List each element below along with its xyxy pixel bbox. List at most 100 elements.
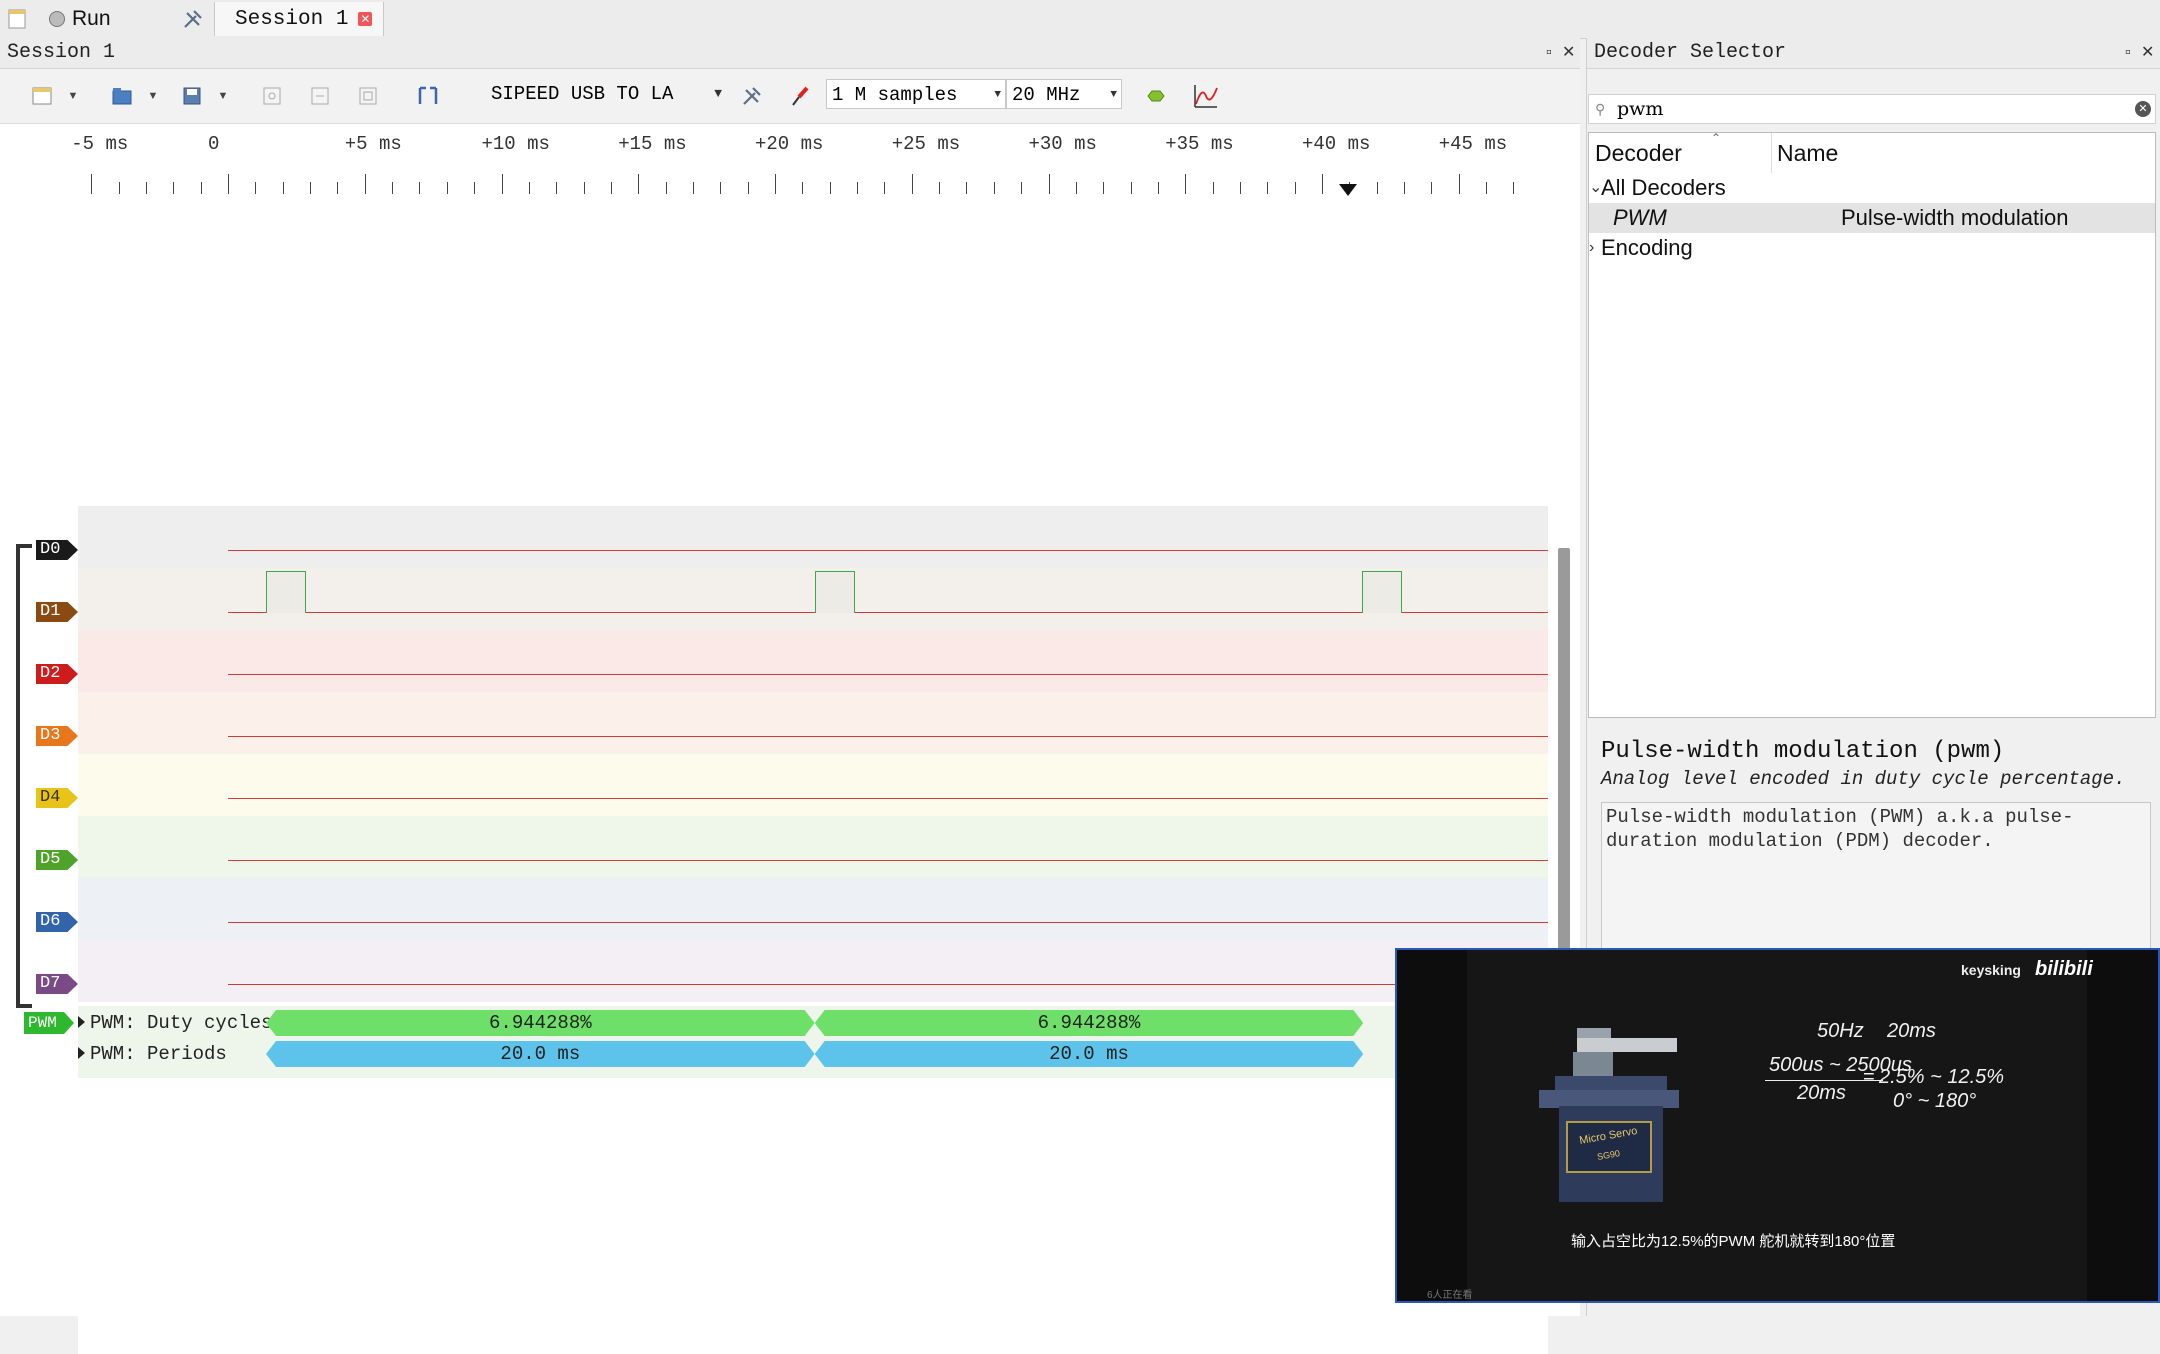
ruler-label: +35 ms xyxy=(1165,133,1234,155)
pwm-pulse xyxy=(1362,571,1403,613)
channel-label-d4[interactable]: D4 xyxy=(36,788,78,808)
ruler-tick xyxy=(364,174,366,194)
channel-lane-d0: D0 xyxy=(36,506,1548,568)
ruler-tick xyxy=(255,182,257,194)
column-header-decoder[interactable]: Decoder xyxy=(1595,133,1682,173)
ruler-tick xyxy=(747,182,749,194)
tree-group-encoding[interactable]: › Encoding xyxy=(1589,233,2155,263)
ruler-tick xyxy=(282,182,284,194)
zoom-fit-icon[interactable] xyxy=(354,82,382,110)
ruler-tick xyxy=(200,182,202,194)
ruler-tick xyxy=(91,174,93,194)
expand-arrow-icon: › xyxy=(1589,239,1595,256)
probe-icon[interactable] xyxy=(786,82,814,110)
decoder-row-name[interactable]: PWM: Duty cycles xyxy=(90,1010,272,1036)
time-ruler: -5 ms 0 +5 ms +10 ms +15 ms +20 ms +25 ms +30 m… xyxy=(71,124,1548,208)
column-header-name[interactable]: Name xyxy=(1777,133,1838,173)
float-panel-icon[interactable]: ▫ xyxy=(2123,38,2133,68)
signal-line xyxy=(228,674,1548,675)
decoder-selector-title-bar: Decoder Selector ▫ ✕ xyxy=(1587,38,2160,69)
ruler-tick xyxy=(1130,182,1132,194)
channel-label-d3[interactable]: D3 xyxy=(36,726,78,746)
ruler-tick xyxy=(993,182,995,194)
decoder-label-pwm[interactable]: PWM xyxy=(24,1012,74,1034)
tree-row-pwm[interactable]: PWM Pulse-width modulation xyxy=(1589,203,2155,233)
device-dropdown-icon: ▼ xyxy=(714,86,722,101)
ruler-tick xyxy=(884,182,886,194)
channel-lane-d2: D2 xyxy=(36,630,1548,692)
device-select[interactable]: SIPEED USB TO LA ▼ xyxy=(486,79,726,109)
ruler-tick xyxy=(419,182,421,194)
tab-session-1[interactable]: Session 1 ✕ xyxy=(214,2,384,36)
angle-range-text: 0° ~ 180° xyxy=(1893,1090,1977,1112)
signal-line xyxy=(228,612,1548,613)
channel-lane-d7: D7 xyxy=(36,940,1548,1002)
vertical-scrollbar[interactable] xyxy=(1558,548,1570,1008)
float-panel-icon[interactable]: ▫ xyxy=(1544,38,1554,68)
tools-icon[interactable] xyxy=(182,2,212,36)
new-dropdown-icon[interactable]: ▼ xyxy=(64,82,82,110)
decoder-search-input[interactable]: ⚲ pwm ✕ xyxy=(1588,94,2156,124)
decoder-annotation[interactable]: 20.0 ms xyxy=(815,1041,1364,1067)
clear-search-icon[interactable]: ✕ xyxy=(2135,101,2151,117)
top-tab-bar: Run Session 1 ✕ xyxy=(0,0,2160,39)
ruler-tick xyxy=(583,182,585,194)
rate-select[interactable]: 20 MHz ▼ xyxy=(1006,79,1122,109)
new-file-icon[interactable] xyxy=(28,82,56,110)
channel-label-d0[interactable]: D0 xyxy=(36,540,78,560)
duty-range-text: 2.5% ~ 12.5% xyxy=(1879,1066,2005,1088)
decoder-annotation[interactable]: 6.944288% xyxy=(815,1010,1364,1036)
close-panel-icon[interactable]: ✕ xyxy=(2141,38,2154,68)
decoder-rows: PWM PWM: Duty cycles 6.944288% 6.944288% PWM… xyxy=(24,1006,1548,1078)
channel-lane-d1: D1 xyxy=(36,568,1548,630)
samples-select[interactable]: 1 M samples ▼ xyxy=(826,79,1006,109)
main-toolbar: ▼ ▼ ▼ SIPEED USB TO LA ▼ 1 M samples ▼ 2… xyxy=(0,69,1580,124)
group-all-label: All Decoders xyxy=(1601,175,1726,200)
video-frame: keysking bilibili Micro Servo SG90 50Hz … xyxy=(1467,950,2093,1301)
ruler-tick xyxy=(638,174,640,194)
ruler-tick xyxy=(145,182,147,194)
ruler-tick xyxy=(446,182,448,194)
ruler-tick xyxy=(1239,182,1241,194)
decoder-annotation[interactable]: 6.944288% xyxy=(266,1010,815,1036)
cursor-marker-icon[interactable] xyxy=(1339,184,1358,196)
cursor-icon[interactable] xyxy=(414,82,442,110)
save-dropdown-icon[interactable]: ▼ xyxy=(214,82,232,110)
ruler-label: +25 ms xyxy=(891,133,961,155)
open-file-icon[interactable] xyxy=(108,82,136,110)
decoder-annotation[interactable]: 20.0 ms xyxy=(266,1041,815,1067)
tree-group-all-decoders[interactable]: ⌄ All Decoders xyxy=(1589,173,2155,203)
period-text: 20ms xyxy=(1887,1020,1936,1042)
video-overlay[interactable]: keysking bilibili Micro Servo SG90 50Hz … xyxy=(1395,948,2160,1303)
run-button[interactable]: Run xyxy=(48,2,128,36)
add-decoder-icon[interactable] xyxy=(1142,82,1170,110)
servo-motor-image xyxy=(1539,1028,1679,1202)
ruler-label: +15 ms xyxy=(618,133,687,155)
expand-row-icon[interactable] xyxy=(78,1016,85,1028)
save-file-icon[interactable] xyxy=(178,82,206,110)
ruler-tick xyxy=(1404,182,1406,194)
close-panel-icon[interactable]: ✕ xyxy=(1562,38,1575,68)
ruler-label: +45 ms xyxy=(1438,133,1508,155)
open-dropdown-icon[interactable]: ▼ xyxy=(144,82,162,110)
new-window-icon[interactable] xyxy=(8,2,34,36)
ruler-tick xyxy=(911,174,913,194)
math-icon[interactable] xyxy=(1192,82,1220,110)
channel-label-d2[interactable]: D2 xyxy=(36,664,78,684)
zoom-in-icon[interactable] xyxy=(258,82,286,110)
device-config-icon[interactable] xyxy=(738,82,766,110)
channel-label-d5[interactable]: D5 xyxy=(36,850,78,870)
expand-row-icon[interactable] xyxy=(78,1047,85,1059)
zoom-out-icon[interactable] xyxy=(306,82,334,110)
decoder-row-name[interactable]: PWM: Periods xyxy=(90,1041,227,1067)
close-tab-icon[interactable]: ✕ xyxy=(358,12,373,26)
channel-label-d1[interactable]: D1 xyxy=(36,602,78,622)
pwm-pulse xyxy=(266,571,307,613)
decoder-selector-title: Decoder Selector xyxy=(1594,41,1787,64)
channel-label-d6[interactable]: D6 xyxy=(36,912,78,932)
session-panel-title: Session 1 xyxy=(7,41,116,64)
signal-line xyxy=(228,860,1548,861)
sort-ascending-icon: ⌃ xyxy=(1711,131,1722,145)
channel-label-d7[interactable]: D7 xyxy=(36,974,78,994)
viewer-count: 6人正在看 xyxy=(1427,1290,1473,1301)
